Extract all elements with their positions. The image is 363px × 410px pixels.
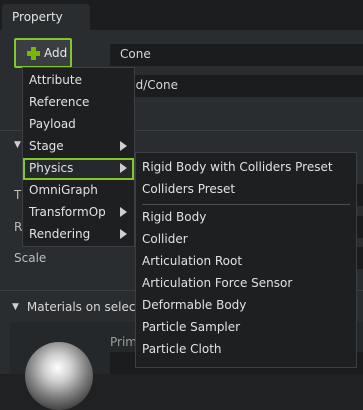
menu-item-label: Attribute <box>29 73 82 87</box>
scale-field[interactable] <box>356 247 363 269</box>
menu-item-rigid-body[interactable]: Rigid Body <box>136 207 356 229</box>
menu-item-articulation-root[interactable]: Articulation Root <box>136 251 356 273</box>
translate-field[interactable] <box>356 184 363 206</box>
material-preview-sphere <box>25 342 93 410</box>
menu-item-transformop[interactable]: TransformOp <box>23 202 134 224</box>
menu-item-collider[interactable]: Collider <box>136 229 356 251</box>
plus-icon <box>27 46 40 60</box>
submenu-arrow-icon <box>120 141 127 151</box>
submenu-arrow-icon <box>120 229 127 239</box>
menu-item-label: Stage <box>29 139 64 153</box>
menu-item-label: Payload <box>29 117 76 131</box>
menu-item-rigid-body-colliders-preset[interactable]: Rigid Body with Colliders Preset <box>136 157 356 179</box>
collapse-arrow-icon[interactable]: ▼ <box>14 140 21 150</box>
menu-item-articulation-force-sensor[interactable]: Articulation Force Sensor <box>136 273 356 295</box>
scale-label: Scale <box>14 251 47 265</box>
submenu-arrow-icon <box>120 207 127 217</box>
collapse-arrow-icon: ▼ <box>12 302 19 312</box>
menu-item-colliders-preset[interactable]: Colliders Preset <box>136 179 356 201</box>
menu-item-particle-sampler[interactable]: Particle Sampler <box>136 317 356 339</box>
menu-item-label: Physics <box>29 161 74 175</box>
menu-item-label: Reference <box>29 95 90 109</box>
menu-item-deformable-body[interactable]: Deformable Body <box>136 295 356 317</box>
menu-item-physics[interactable]: Physics <box>23 158 134 180</box>
menu-item-label: TransformOp <box>29 205 106 219</box>
prim-label: Prim <box>110 335 137 349</box>
physics-submenu: Rigid Body with Colliders Preset Collide… <box>135 152 357 368</box>
menu-item-stage[interactable]: Stage <box>23 136 134 158</box>
add-menu: Attribute Reference Payload Stage Physic… <box>22 67 135 247</box>
menu-item-label: OmniGraph <box>29 183 98 197</box>
materials-header[interactable]: ▼ Materials on selected <box>12 300 155 314</box>
menu-item-rendering[interactable]: Rendering <box>23 224 134 246</box>
menu-item-reference[interactable]: Reference <box>23 92 134 114</box>
menu-item-label: Rendering <box>29 227 91 241</box>
menu-item-particle-cloth[interactable]: Particle Cloth <box>136 339 356 361</box>
menu-item-attribute[interactable]: Attribute <box>23 70 134 92</box>
submenu-arrow-icon <box>120 163 127 173</box>
transform-label-t: T <box>14 188 22 202</box>
path-field[interactable]: orld/Cone <box>110 75 363 97</box>
tab-strip: Property <box>0 0 363 30</box>
menu-item-omnigraph[interactable]: OmniGraph <box>23 180 134 202</box>
tab-property[interactable]: Property <box>2 4 90 30</box>
rotate-field[interactable] <box>356 216 363 238</box>
add-button[interactable]: Add <box>14 38 72 68</box>
menu-separator <box>142 204 350 205</box>
menu-item-payload[interactable]: Payload <box>23 114 134 136</box>
add-button-label: Add <box>44 46 68 60</box>
name-field[interactable]: Cone <box>110 44 363 66</box>
